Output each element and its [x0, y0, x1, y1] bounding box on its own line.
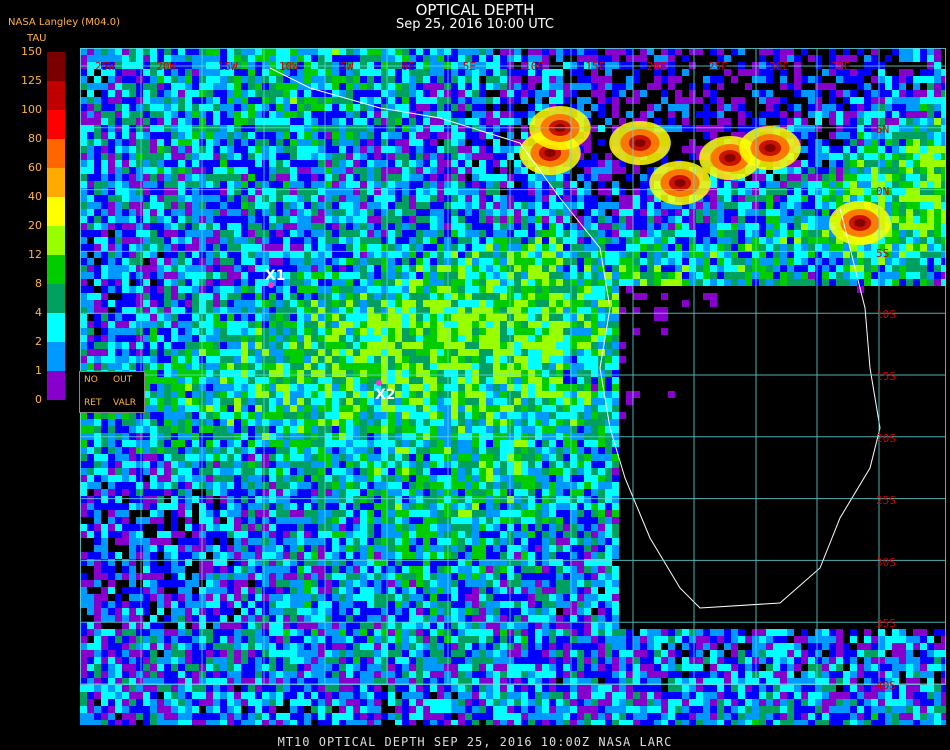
latitude-label: 25S — [876, 493, 896, 507]
legend-swatch — [47, 226, 65, 255]
legend-tick-label: 40 — [28, 190, 42, 203]
latitude-label: 35S — [876, 617, 896, 631]
longitude-label: 5W — [340, 60, 354, 73]
latitude-label: 10S — [876, 308, 896, 322]
longitude-label: 25W — [95, 60, 115, 73]
legend-tick-label: 80 — [28, 132, 42, 145]
cloud-field — [80, 48, 946, 725]
key-no: NO — [84, 375, 98, 385]
longitude-label: 15W — [217, 60, 238, 73]
latitude-label: 5S — [876, 246, 890, 260]
optical-depth-map — [80, 48, 946, 725]
marker-x2[interactable]: X2 — [375, 387, 396, 403]
legend-swatch — [47, 197, 65, 226]
marker-x1[interactable]: X1 — [265, 268, 286, 284]
map-view[interactable] — [80, 48, 946, 725]
longitude-label: 25E — [708, 60, 728, 73]
longitude-label: 5E — [462, 60, 477, 73]
legend-tick-label: 150 — [21, 45, 42, 58]
legend-tick-label: 12 — [28, 248, 42, 261]
source-label: NASA Langley (M04.0) — [8, 17, 120, 28]
longitude-label: 10E — [524, 60, 544, 73]
key-ret: RET — [84, 398, 102, 408]
legend-tick-label: 60 — [28, 161, 42, 174]
legend-tick-label: 125 — [21, 74, 42, 87]
subtitle: Sep 25, 2016 10:00 UTC — [395, 17, 555, 32]
latitude-label: 20S — [876, 432, 896, 445]
key-valr: VALR — [113, 398, 137, 408]
legend-tick-label: 0 — [35, 393, 42, 406]
key-out: OUT — [113, 375, 133, 385]
longitude-label: 15E — [585, 60, 606, 73]
legend-swatch — [47, 371, 65, 400]
legend-swatch — [47, 342, 65, 371]
legend-swatch — [47, 313, 65, 342]
legend-swatch — [47, 139, 65, 168]
legend-swatch — [47, 284, 65, 313]
legend-unit: TAU — [27, 33, 47, 44]
legend-swatch — [47, 168, 65, 197]
legend-tick-label: 20 — [28, 219, 42, 232]
longitude-label: 0E — [401, 60, 415, 73]
legend-swatch — [47, 110, 65, 139]
legend-tick-label: 2 — [35, 335, 42, 348]
legend-tick-label: 100 — [21, 103, 42, 116]
key-box: NO OUT RET VALR — [79, 371, 145, 413]
latitude-label: 5N — [876, 123, 890, 136]
legend-tick-label: 1 — [35, 364, 42, 377]
latitude-label: 40S — [876, 679, 896, 693]
latitude-label: 0N — [876, 184, 890, 198]
latitude-label: 15S — [876, 370, 896, 384]
marker-x2-dot[interactable] — [376, 380, 382, 386]
legend-tick-label: 4 — [35, 306, 42, 319]
longitude-label: 30E — [769, 60, 790, 73]
color-legend — [47, 52, 65, 400]
legend-swatch — [47, 81, 65, 110]
longitude-label: 10W — [278, 60, 299, 73]
longitude-label: 35E — [830, 60, 851, 73]
legend-tick-label: 8 — [35, 277, 42, 290]
legend-swatch — [47, 52, 65, 81]
longitude-label: 20E — [646, 60, 667, 73]
title: OPTICAL DEPTH — [415, 1, 535, 19]
longitude-label: 20W — [156, 60, 177, 73]
latitude-label: 30S — [876, 555, 896, 569]
footer-caption: MT10 OPTICAL DEPTH SEP 25, 2016 10:00Z N… — [277, 735, 673, 749]
legend-swatch — [47, 255, 65, 284]
